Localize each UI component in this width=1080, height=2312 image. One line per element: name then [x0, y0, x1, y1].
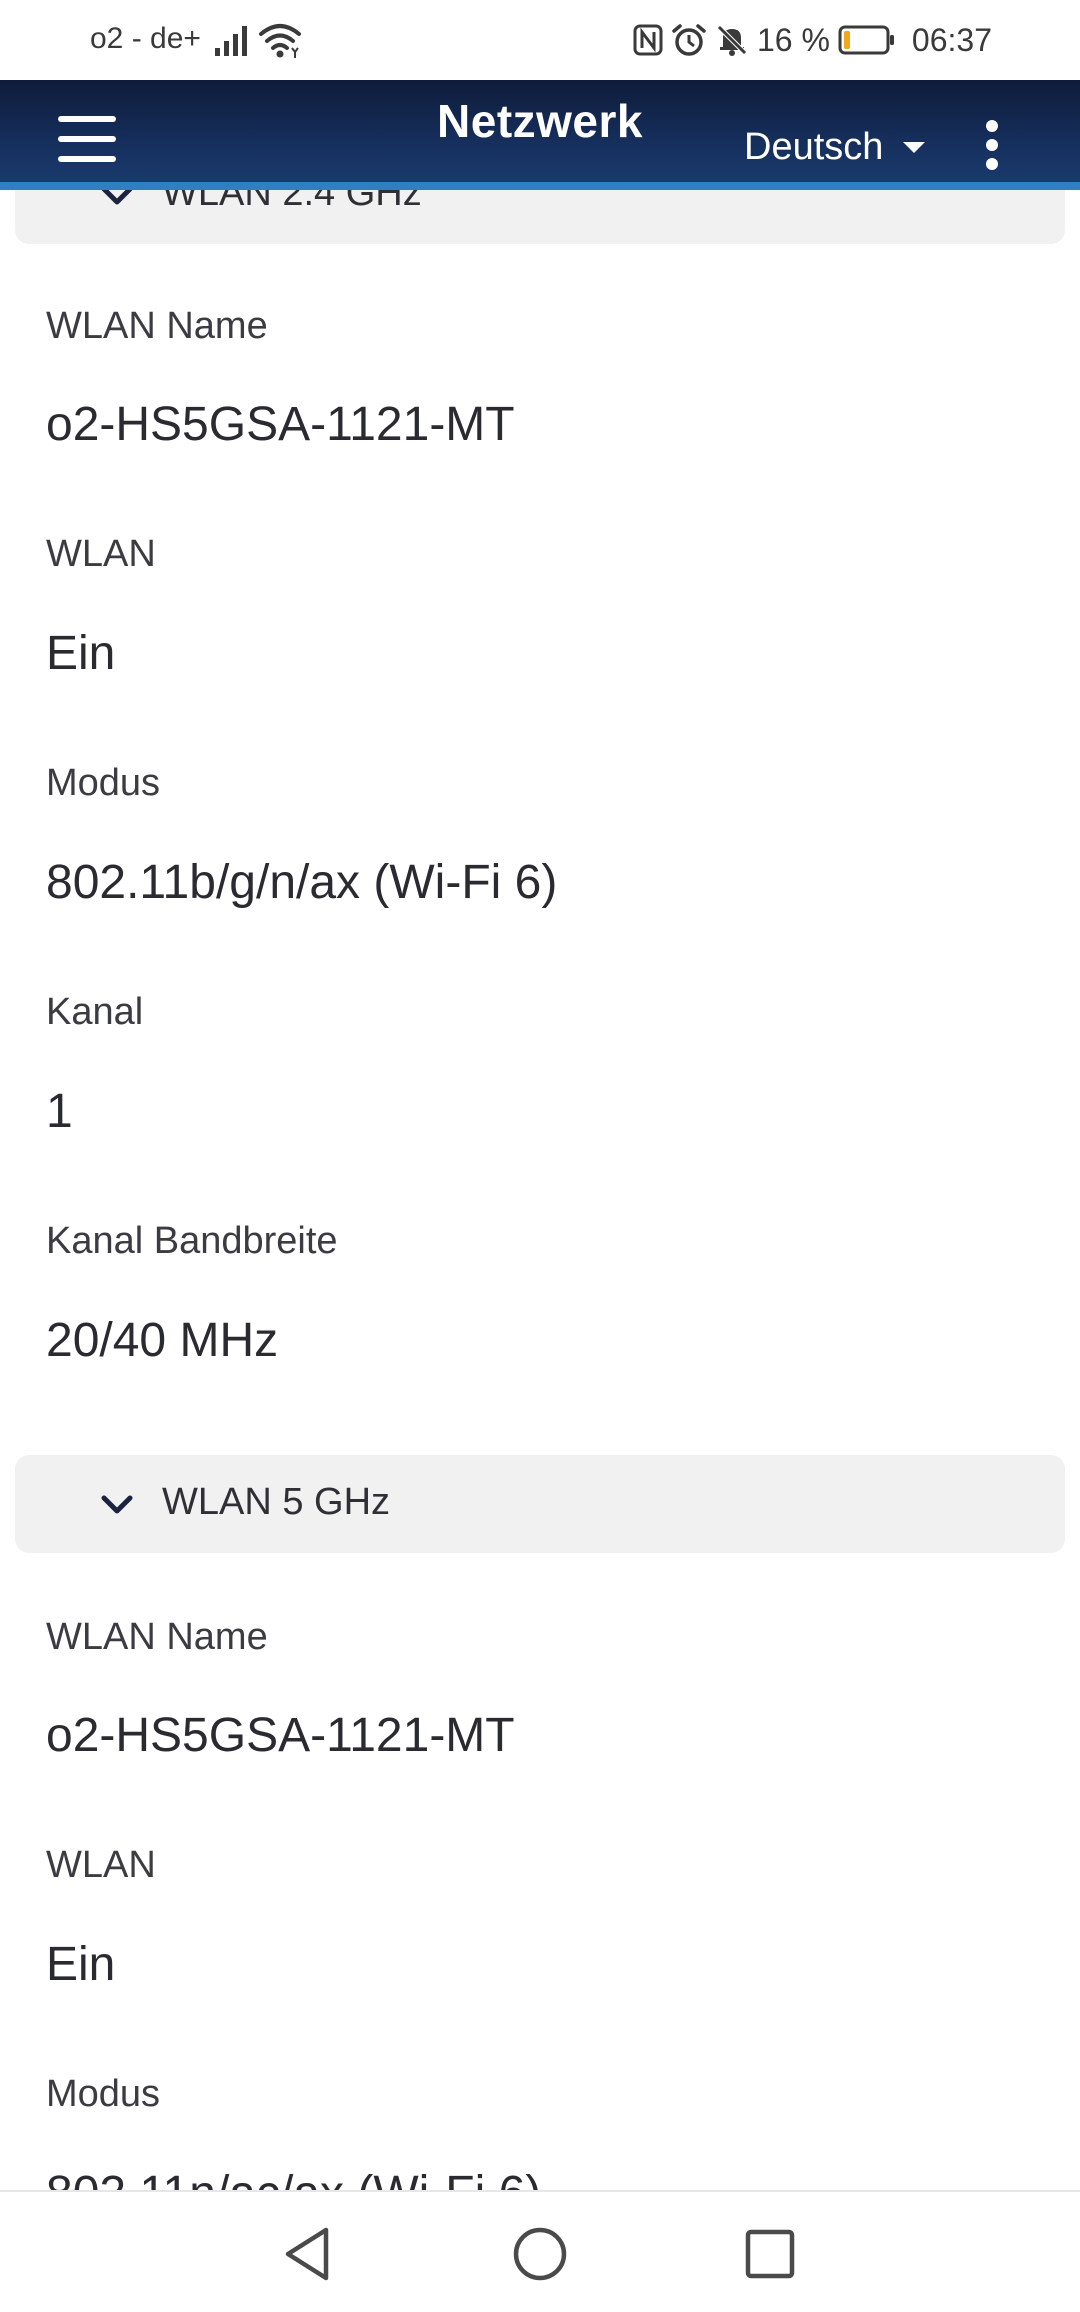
field-label-wlan: WLAN: [46, 533, 156, 575]
system-navigation-bar: [0, 2190, 1080, 2312]
home-icon[interactable]: [508, 2222, 572, 2286]
field-label-modus: Modus: [46, 762, 161, 804]
carrier-name: o2 - de+: [90, 22, 201, 55]
field-label-wlan: WLAN: [46, 1844, 156, 1886]
language-label: Deutsch: [744, 126, 884, 168]
section-header-wlan-5[interactable]: WLAN 5 GHz: [15, 1455, 1065, 1553]
field-value-wlan-name: o2-HS5GSA-1121-MT: [46, 1709, 515, 1762]
battery-percent: 16 %: [756, 21, 830, 58]
field-value-kanal: 1: [46, 1085, 73, 1138]
back-icon[interactable]: [276, 2222, 340, 2286]
mute-icon: [717, 25, 747, 56]
battery-icon: [838, 25, 894, 55]
chevron-down-icon: [101, 1495, 133, 1514]
app-bar: Netzwerk Deutsch: [0, 80, 1080, 190]
field-label-wlan-name: WLAN Name: [46, 305, 268, 347]
nfc-icon: [633, 24, 663, 56]
field-label-kanal: Kanal: [46, 991, 144, 1033]
field-value-wlan: Ein: [46, 627, 116, 680]
field-value-wlan-name: o2-HS5GSA-1121-MT: [46, 398, 515, 451]
more-vert-icon[interactable]: [984, 120, 1000, 172]
status-bar: o2 - de+ 16 % 06:37: [0, 0, 1080, 80]
field-label-modus: Modus: [46, 2073, 161, 2115]
caret-down-icon: [903, 142, 926, 153]
field-value-kanal-bandbreite: 20/40 MHz: [46, 1314, 279, 1367]
field-value-modus: 802.11b/g/n/ax (Wi-Fi 6): [46, 856, 558, 909]
language-selector[interactable]: Deutsch: [744, 126, 926, 169]
field-value-wlan: Ein: [46, 1938, 116, 1991]
alarm-icon: [672, 24, 706, 56]
wifi-icon: [259, 24, 301, 58]
signal-icon: [215, 26, 247, 56]
screen: WLAN 2.4 GHz WLAN Name o2-HS5GSA-1121-MT…: [0, 0, 1080, 2312]
clock: 06:37: [911, 21, 992, 58]
field-label-wlan-name: WLAN Name: [46, 1616, 268, 1658]
field-label-kanal-bandbreite: Kanal Bandbreite: [46, 1220, 338, 1262]
recents-icon[interactable]: [738, 2222, 802, 2286]
status-right-icons: 16 % 06:37: [633, 16, 992, 64]
section-title: WLAN 5 GHz: [162, 1481, 391, 1523]
network-settings-content[interactable]: WLAN 2.4 GHz WLAN Name o2-HS5GSA-1121-MT…: [0, 0, 1080, 2312]
